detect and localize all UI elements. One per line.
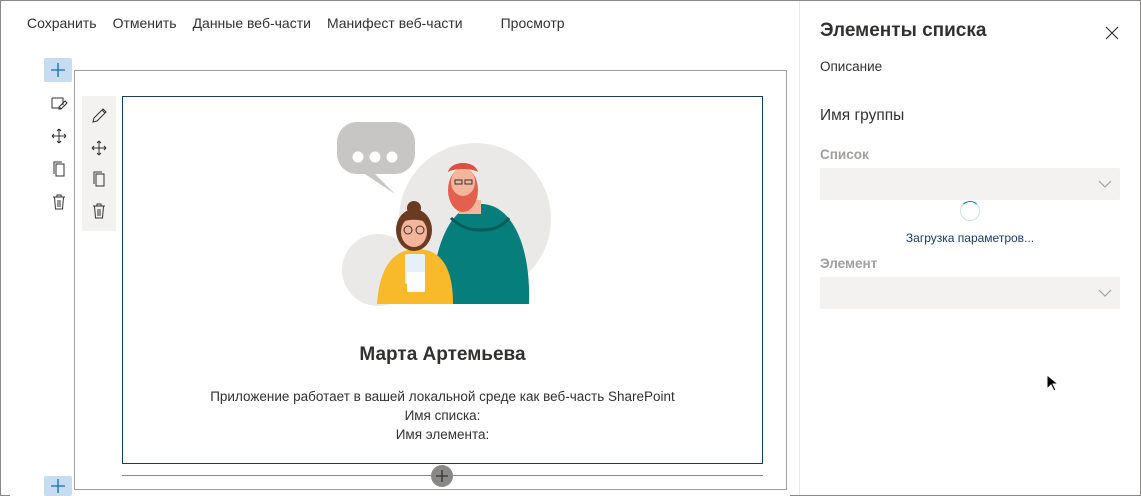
copy-icon bbox=[93, 171, 105, 187]
duplicate-webpart-button[interactable] bbox=[88, 168, 110, 190]
move-webpart-button[interactable] bbox=[88, 137, 110, 159]
cancel-button[interactable]: Отменить bbox=[105, 1, 185, 45]
spinner-icon bbox=[960, 201, 980, 221]
delete-webpart-button[interactable] bbox=[88, 200, 110, 222]
section-toolbar bbox=[46, 93, 72, 212]
copy-icon bbox=[53, 161, 65, 177]
item-dropdown[interactable] bbox=[820, 277, 1120, 309]
add-section-top-button[interactable] bbox=[44, 58, 72, 82]
move-section-button[interactable] bbox=[48, 126, 70, 146]
people-illustration bbox=[337, 122, 551, 306]
webpart-container[interactable]: Марта Артемьева Приложение работает в ва… bbox=[122, 96, 763, 464]
webpart-title: Марта Артемьева bbox=[359, 344, 526, 365]
duplicate-section-button[interactable] bbox=[48, 159, 70, 179]
mouse-pointer-icon bbox=[1046, 374, 1058, 392]
move-icon bbox=[51, 128, 67, 144]
group-name-heading: Имя группы bbox=[820, 107, 905, 124]
plus-icon bbox=[51, 479, 65, 493]
webpart-manifest-button[interactable]: Манифест веб-части bbox=[319, 1, 471, 45]
property-pane: Элементы списка Описание Имя группы Спис… bbox=[799, 1, 1140, 495]
plus-icon bbox=[51, 63, 65, 77]
edit-section-button[interactable] bbox=[48, 93, 70, 113]
move-icon bbox=[91, 140, 107, 155]
save-button[interactable]: Сохранить bbox=[1, 1, 105, 45]
chevron-down-icon bbox=[1098, 180, 1112, 188]
pane-description: Описание bbox=[820, 59, 883, 74]
loading-text: Загрузка параметров... bbox=[905, 231, 1035, 245]
workbench-toolbar: Сохранить Отменить Данные веб-части Мани… bbox=[1, 1, 799, 45]
preview-button[interactable]: Просмотр bbox=[493, 1, 573, 45]
pencil-icon bbox=[92, 108, 107, 123]
trash-icon bbox=[93, 203, 105, 219]
list-name-text: Имя списка: bbox=[404, 408, 481, 423]
add-section-bottom-button[interactable] bbox=[44, 476, 72, 496]
webpart-data-button[interactable]: Данные веб-части bbox=[185, 1, 319, 45]
webpart-description: Приложение работает в вашей локальной ср… bbox=[123, 387, 762, 444]
item-name-text: Имя элемента: bbox=[395, 427, 490, 442]
webpart-environment-text: Приложение работает в вашей локальной ср… bbox=[210, 389, 675, 404]
list-dropdown[interactable] bbox=[820, 168, 1120, 200]
delete-section-button[interactable] bbox=[48, 192, 70, 212]
add-webpart-button[interactable] bbox=[431, 465, 453, 487]
plus-icon bbox=[436, 470, 448, 482]
list-field-label: Список bbox=[820, 147, 869, 162]
pane-title: Элементы списка bbox=[820, 20, 987, 41]
edit-section-icon bbox=[51, 97, 68, 110]
close-icon bbox=[1105, 26, 1119, 40]
webpart-toolbar bbox=[82, 96, 116, 231]
chevron-down-icon bbox=[1098, 289, 1112, 297]
close-pane-button[interactable] bbox=[1100, 21, 1124, 45]
item-field-label: Элемент bbox=[820, 256, 878, 271]
trash-icon bbox=[53, 194, 65, 210]
edit-webpart-button[interactable] bbox=[88, 105, 110, 127]
